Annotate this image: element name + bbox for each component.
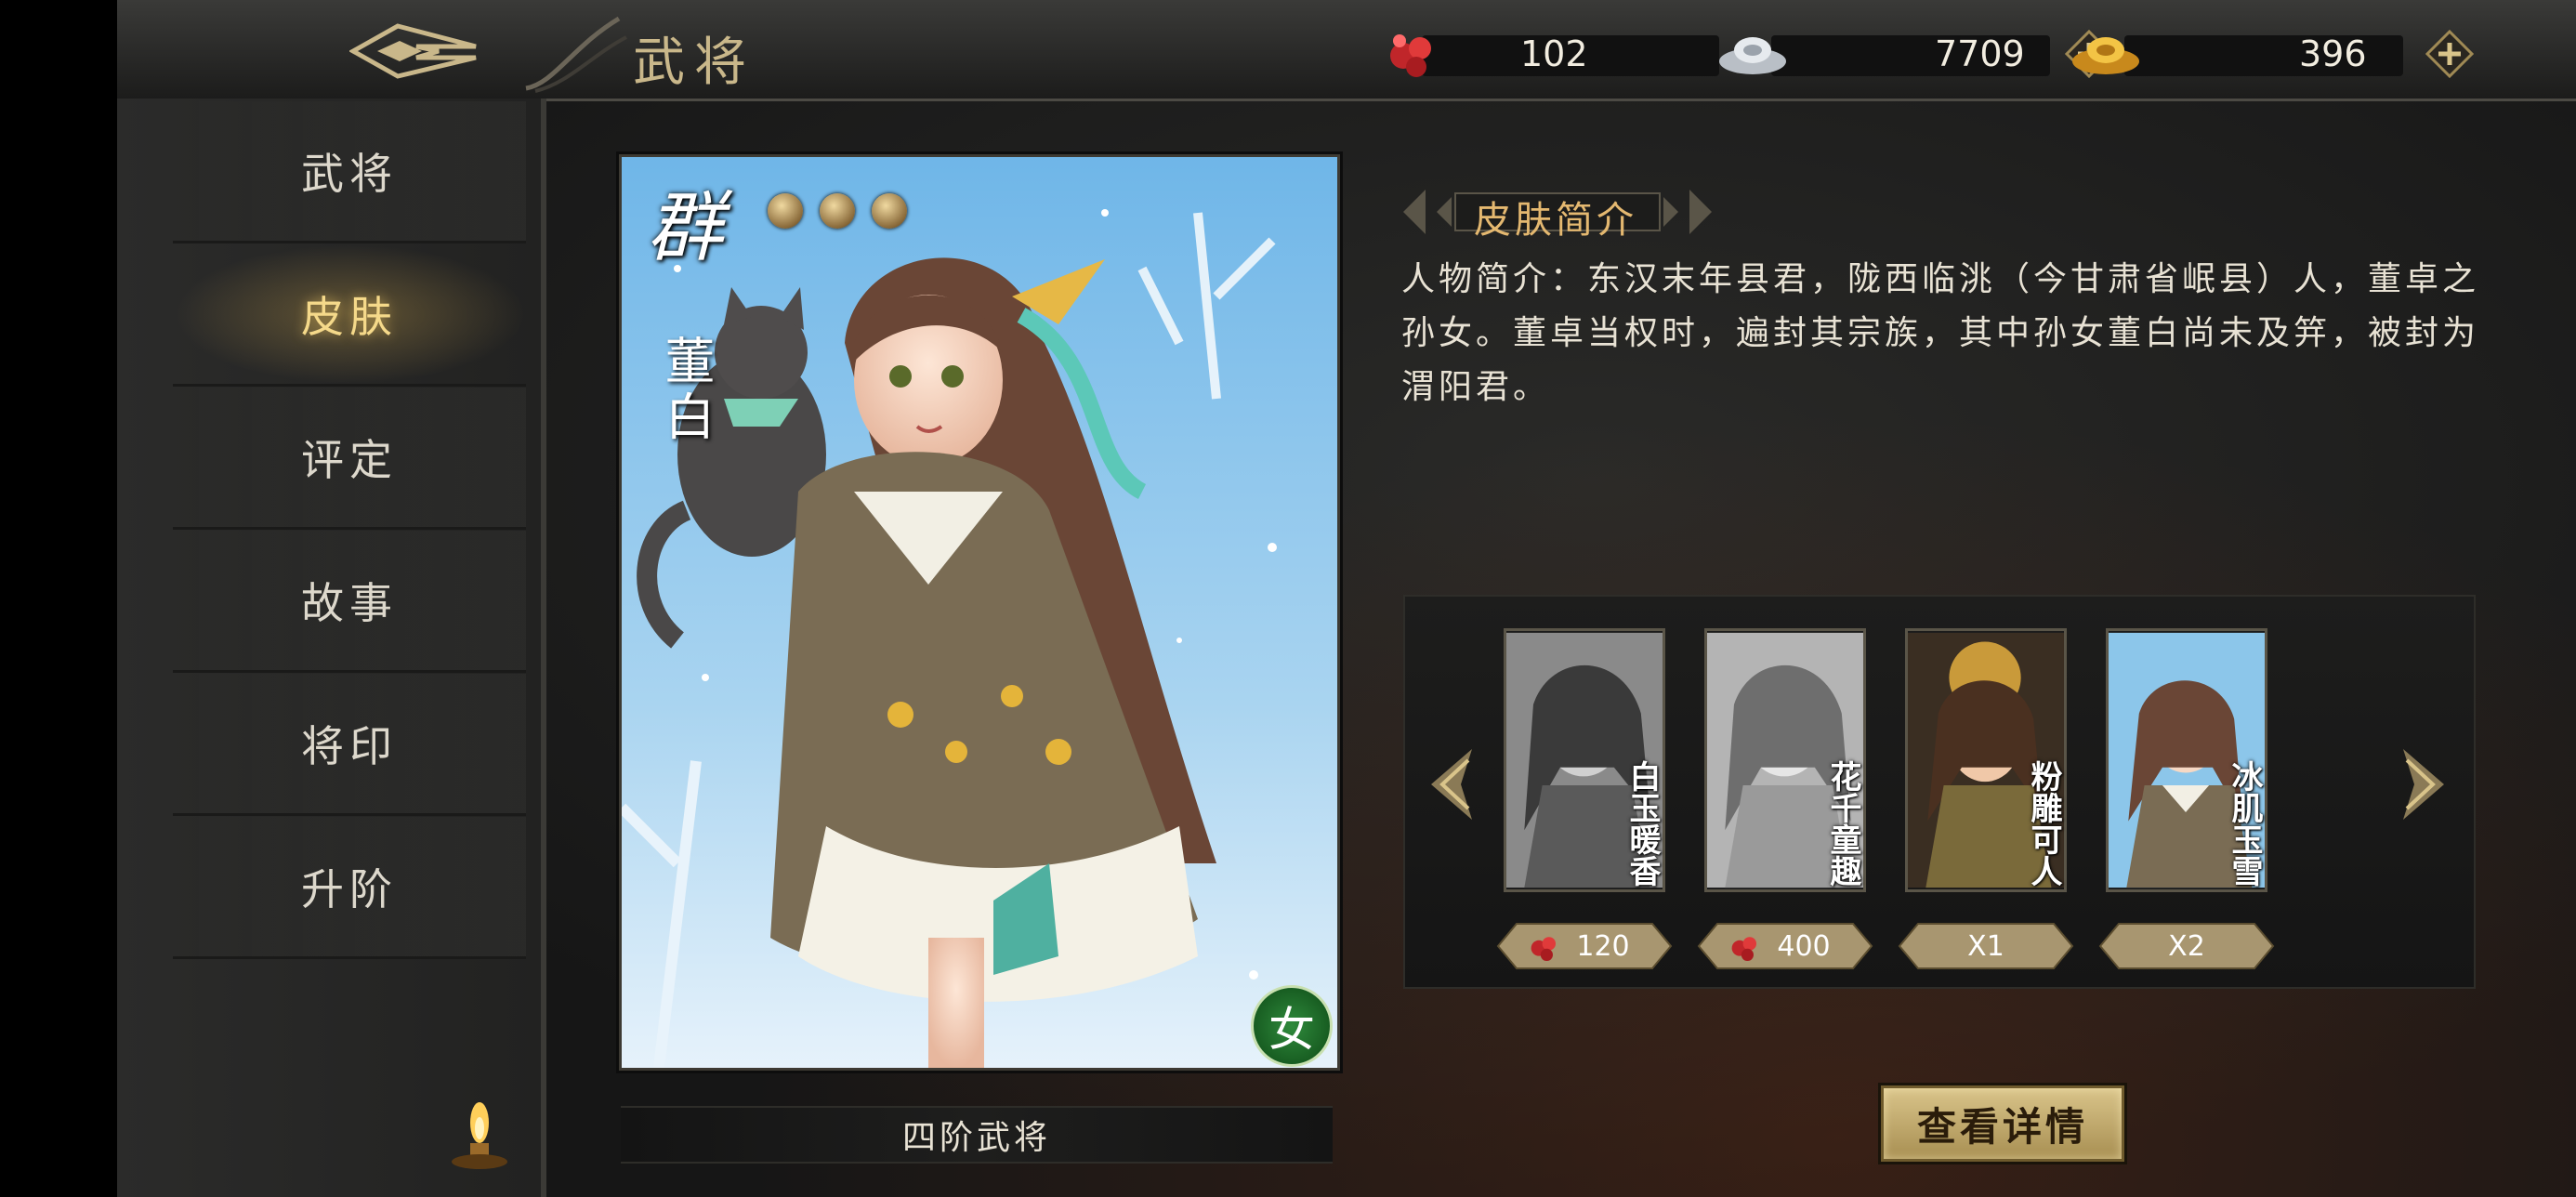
nav-item-skin[interactable]: 皮肤 [173, 244, 526, 387]
star-icon [872, 193, 907, 229]
skin-intro-description: 人物简介：东汉末年县君，陇西临洮（今甘肃省岷县）人，董卓之孙女。董卓当权时，遍封… [1401, 260, 2480, 406]
skin-price-value: 400 [1777, 929, 1831, 963]
general-rank: 四阶武将 [621, 1106, 1333, 1164]
gem-resource: 102 [1385, 28, 1756, 78]
star-icon [768, 193, 803, 229]
sidebar: 武将 皮肤 评定 故事 将印 升阶 [117, 99, 546, 1197]
skin-name: 冰肌玉雪 [2226, 760, 2263, 887]
title-ornament-icon [525, 16, 627, 93]
nav-item-promote[interactable]: 升阶 [173, 817, 526, 959]
carousel-right-arrow-icon[interactable] [2398, 745, 2453, 823]
gem-count: 102 [1520, 33, 1588, 74]
silver-resource: 7709 [1715, 28, 2113, 78]
star-icon [820, 193, 855, 229]
skin-card[interactable]: 冰肌玉雪 [2098, 621, 2275, 900]
skin-name: 花千童趣 [1824, 760, 1861, 887]
skin-owned-count: X1 [1967, 929, 2004, 963]
gold-ingot-icon [2072, 37, 2139, 74]
skin-intro-title: 皮肤简介 [1474, 199, 1637, 242]
candle-icon [452, 1102, 507, 1169]
skin-price-tag[interactable]: X1 [1898, 922, 2074, 970]
silver-count: 7709 [1935, 33, 2025, 74]
view-details-button[interactable]: 查看详情 [1881, 1085, 2124, 1162]
gold-count: 396 [2299, 33, 2367, 74]
page-title: 武将 [633, 33, 756, 93]
carousel-left-arrow-icon[interactable] [1422, 745, 1478, 823]
skin-card[interactable]: 粉雕可人 [1898, 621, 2074, 900]
skin-owned-count: X2 [2168, 929, 2205, 963]
nav-item-general[interactable]: 武将 [173, 101, 526, 243]
skin-name: 粉雕可人 [2025, 760, 2062, 887]
skin-price-tag[interactable]: X2 [2098, 922, 2275, 970]
skin-name: 白玉暖香 [1623, 760, 1661, 887]
skin-card[interactable]: 白玉暖香 [1496, 621, 1673, 900]
top-bar: 武将 102 7709 396 [117, 0, 2576, 101]
gem-cluster-icon [1390, 34, 1431, 77]
general-portrait-image [622, 157, 1337, 1068]
general-name: 董白 [656, 335, 715, 446]
silver-ingot-icon [1719, 37, 1786, 74]
nav-item-evaluation[interactable]: 评定 [173, 388, 526, 530]
back-arrow-icon[interactable] [349, 20, 480, 82]
gender-badge: 女 [1251, 985, 1333, 1067]
gold-resource: 396 [2069, 28, 2477, 78]
faction-label: 群 [647, 184, 723, 272]
general-card [619, 154, 1340, 1071]
skin-price-value: 120 [1576, 929, 1630, 963]
nav-item-seal[interactable]: 将印 [173, 674, 526, 816]
nav-item-story[interactable]: 故事 [173, 531, 526, 673]
skin-intro-header: 皮肤简介 [1400, 186, 1846, 242]
skin-price-tag[interactable]: 400 [1697, 922, 1873, 970]
game-screen: 武将 102 7709 396 武将 皮肤 评定 故事 将印 升阶 群 董白 女… [117, 0, 2576, 1197]
skin-card[interactable]: 花千童趣 [1697, 621, 1873, 900]
skin-price-tag[interactable]: 120 [1496, 922, 1673, 970]
add-gold-button[interactable] [2425, 30, 2474, 78]
